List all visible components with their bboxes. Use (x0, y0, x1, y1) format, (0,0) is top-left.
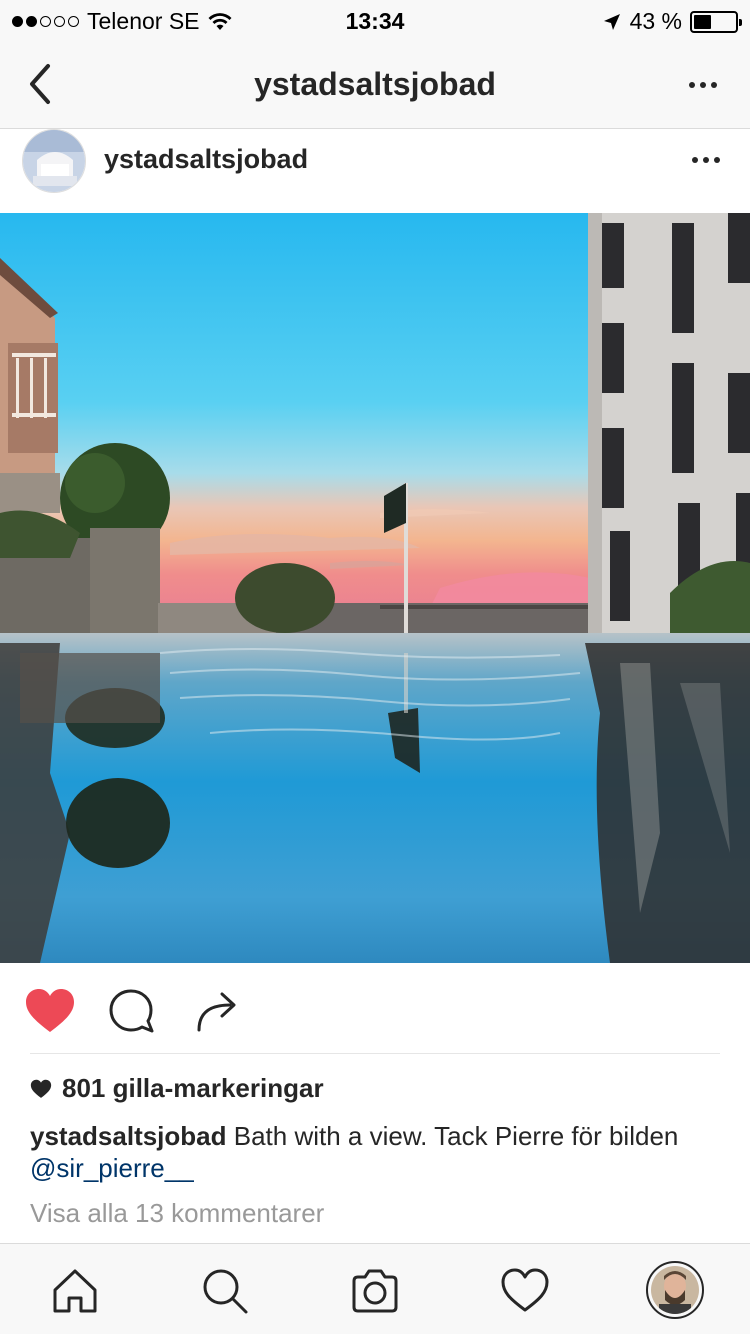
battery-group: 43 % (602, 8, 742, 35)
profile-photo (651, 1266, 699, 1314)
status-bar: Telenor SE 13:34 43 % (0, 0, 750, 40)
search-icon[interactable] (200, 1266, 250, 1316)
caption-text: Bath with a view. Tack Pierre för bilden (226, 1121, 679, 1151)
more-options-icon[interactable] (689, 82, 717, 88)
likes-text: 801 gilla-markeringar (62, 1073, 324, 1103)
tab-bar (0, 1243, 750, 1334)
share-arrow-icon[interactable] (192, 988, 244, 1034)
profile-tab-avatar[interactable] (646, 1261, 704, 1319)
post-caption: ystadsaltsjobad Bath with a view. Tack P… (30, 1120, 720, 1184)
page-title: ystadsaltsjobad (254, 66, 496, 102)
post-actions (0, 963, 750, 1055)
caption-mention[interactable]: @sir_pierre__ (30, 1153, 194, 1183)
caption-username[interactable]: ystadsaltsjobad (30, 1121, 227, 1151)
post-more-options-icon[interactable] (692, 157, 720, 163)
camera-icon[interactable] (350, 1266, 400, 1316)
post-header: ystadsaltsjobad (0, 129, 750, 213)
comment-bubble-icon[interactable] (106, 988, 158, 1034)
author-avatar[interactable] (22, 129, 86, 193)
home-icon[interactable] (50, 1266, 100, 1316)
heart-small-icon (30, 1079, 52, 1098)
view-all-comments-link[interactable]: Visa alla 13 kommentarer (30, 1198, 324, 1229)
post-photo[interactable] (0, 213, 750, 963)
like-heart-icon[interactable] (24, 988, 76, 1034)
battery-percent: 43 % (629, 8, 682, 34)
battery-icon (690, 10, 742, 33)
author-username[interactable]: ystadsaltsjobad (104, 144, 308, 175)
location-arrow-icon (603, 13, 620, 30)
likes-count[interactable]: 801 gilla-markeringar (30, 1073, 324, 1104)
activity-heart-icon[interactable] (500, 1266, 550, 1316)
actions-divider (30, 1053, 720, 1054)
nav-bar: ystadsaltsjobad (0, 40, 750, 129)
